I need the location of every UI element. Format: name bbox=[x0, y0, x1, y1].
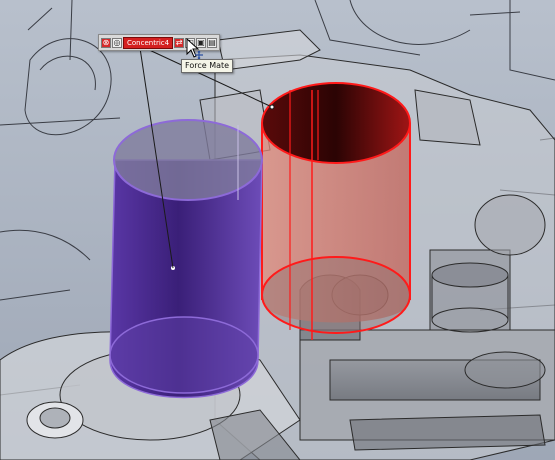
mate-type-dropdown[interactable]: Concentric4 bbox=[123, 36, 174, 49]
mouse-cursor-icon bbox=[186, 38, 203, 60]
flip-alignment-icon[interactable]: ⇄ bbox=[174, 37, 185, 48]
red-cylinder-face[interactable] bbox=[261, 82, 411, 340]
3d-graphics-area[interactable] bbox=[0, 0, 555, 460]
options-icon[interactable]: ▤ bbox=[207, 37, 218, 48]
force-mate-tooltip: Force Mate bbox=[181, 59, 234, 73]
model-view[interactable] bbox=[0, 0, 555, 460]
close-icon[interactable]: ⊗ bbox=[101, 37, 111, 48]
clear-selection-icon[interactable]: ◎ bbox=[112, 37, 122, 48]
purple-cylinder-face[interactable] bbox=[109, 119, 263, 399]
